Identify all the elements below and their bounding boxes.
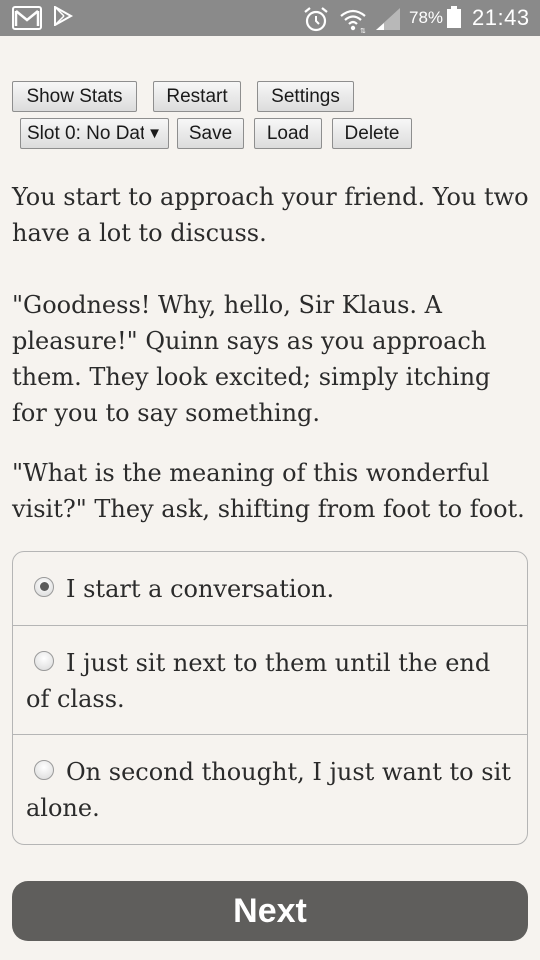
choice-label: I start a conversation. [66, 575, 335, 603]
play-store-icon [54, 6, 74, 26]
dropdown-arrow-icon: ▼ [144, 119, 162, 148]
battery-icon [447, 6, 461, 28]
story-paragraph: You start to approach your friend. You t… [12, 183, 529, 247]
delete-button[interactable]: Delete [332, 118, 412, 149]
next-button[interactable]: Next [12, 881, 528, 941]
radio-button[interactable] [34, 759, 54, 780]
choice-list: I start a conversation. I just sit next … [12, 551, 528, 845]
radio-button[interactable] [34, 650, 54, 671]
save-slot-value: Slot 0: No Data [27, 123, 156, 144]
radio-button-selected[interactable] [34, 576, 54, 597]
battery-percent: 78% [409, 8, 444, 27]
save-button[interactable]: Save [177, 118, 244, 149]
story-paragraph: "Goodness! Why, hello, Sir Klaus. A plea… [12, 291, 491, 427]
choice-option[interactable]: I just sit next to them until the end of… [13, 625, 527, 735]
save-slot-select[interactable]: Slot 0: No Data ▼ [20, 118, 169, 149]
gmail-icon [12, 6, 42, 30]
choice-option[interactable]: I start a conversation. [13, 552, 527, 626]
show-stats-button[interactable]: Show Stats [12, 81, 137, 112]
settings-button[interactable]: Settings [257, 81, 354, 112]
choice-option[interactable]: On second thought, I just want to sit al… [13, 734, 527, 844]
signal-icon [376, 8, 400, 30]
choice-label: I just sit next to them until the end of… [26, 649, 491, 713]
clock-time: 21:43 [472, 5, 530, 30]
story-paragraph: "What is the meaning of this wonderful v… [12, 459, 525, 523]
restart-button[interactable]: Restart [153, 81, 241, 112]
wifi-icon: ⇅ [340, 9, 366, 34]
status-bar: ⇅ 78% 21:43 [0, 0, 540, 36]
choice-label: On second thought, I just want to sit al… [26, 758, 511, 822]
alarm-icon [304, 7, 328, 32]
load-button[interactable]: Load [254, 118, 322, 149]
svg-text:⇅: ⇅ [360, 28, 366, 34]
